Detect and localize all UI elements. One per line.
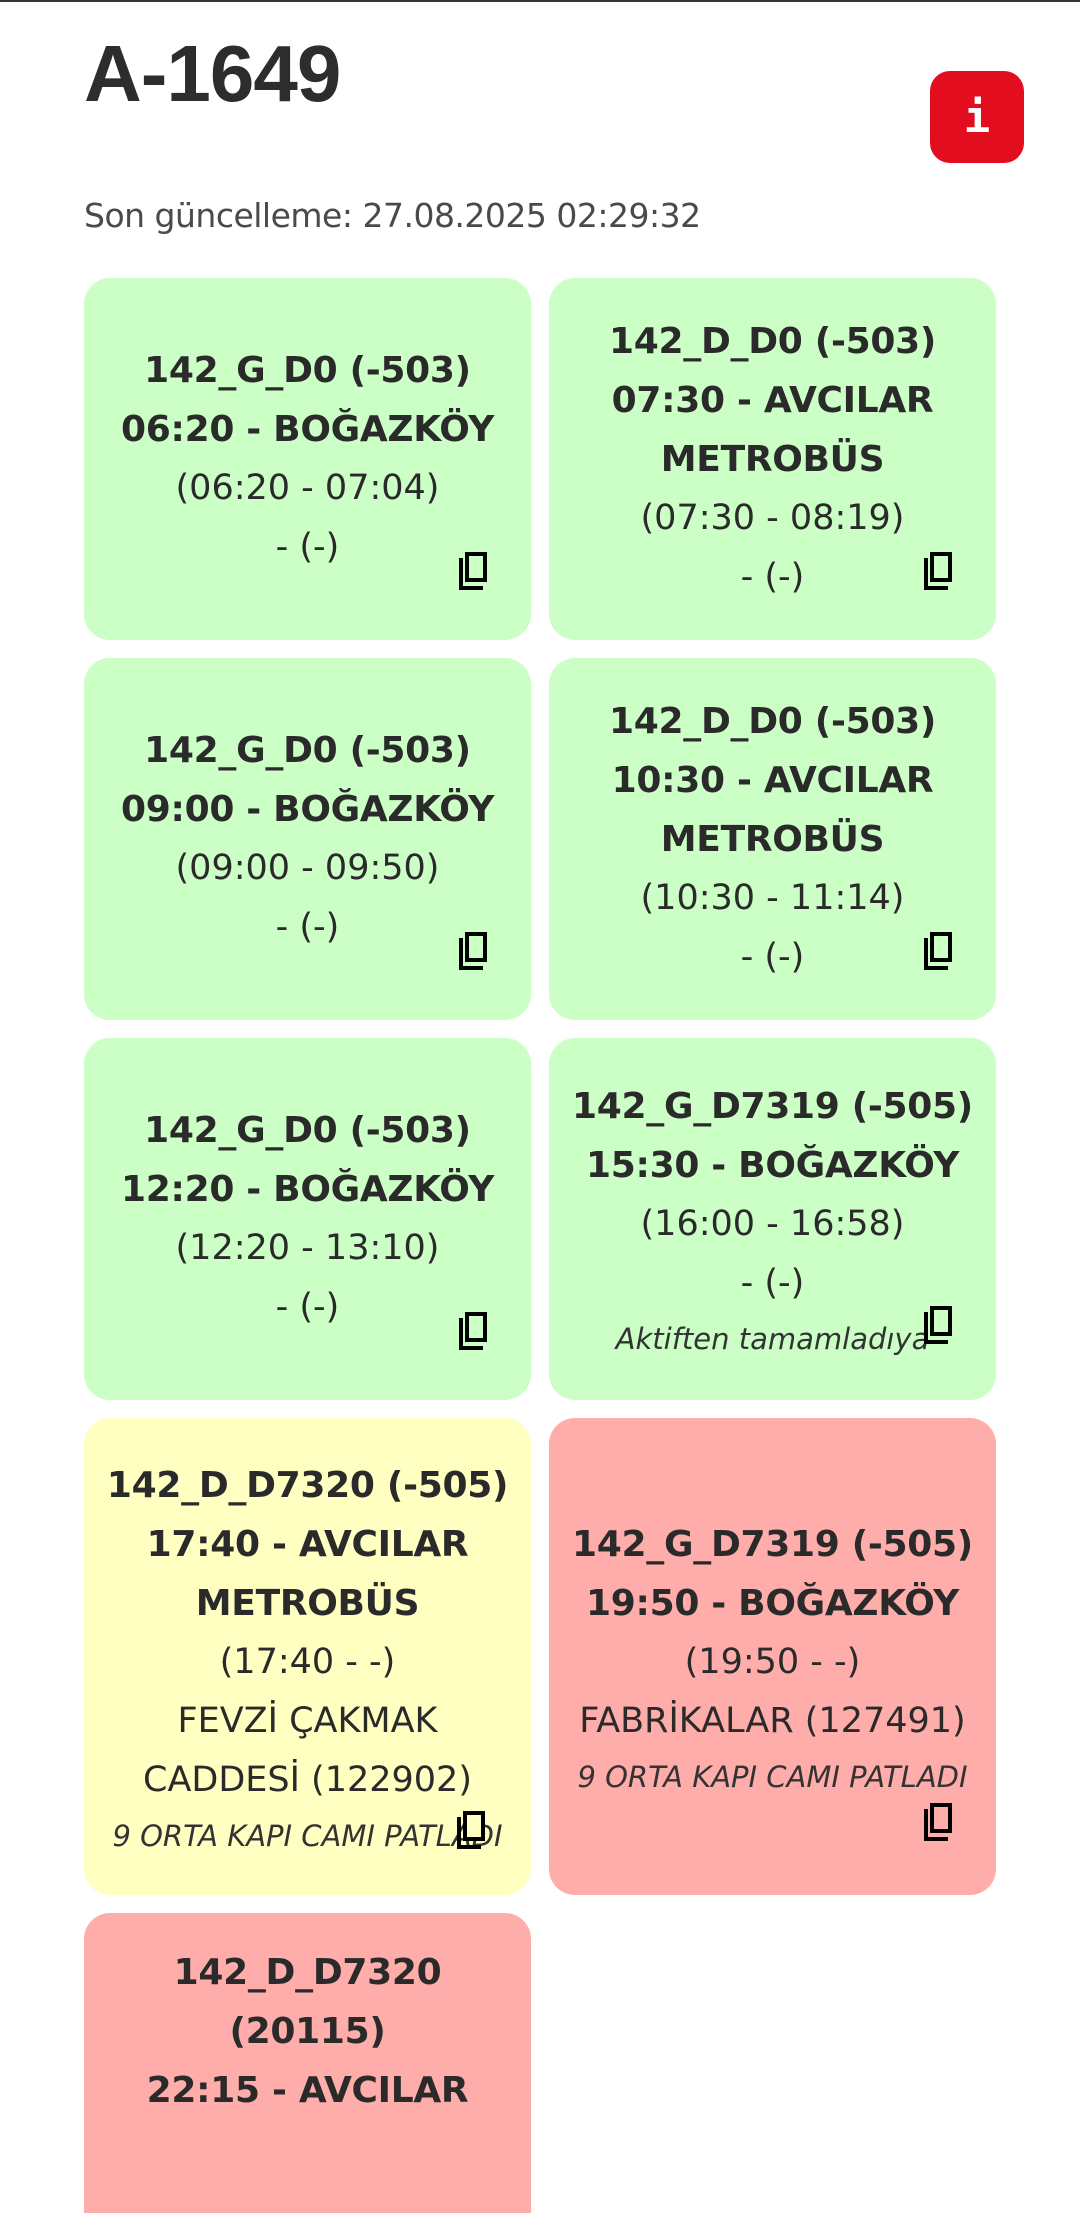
copy-icon[interactable] <box>922 1302 958 1344</box>
trip-line-code: 142_G_D0 (-503) <box>144 1110 471 1151</box>
page-title: A-1649 <box>84 29 341 118</box>
trip-card[interactable]: 142_D_D7320 (20115) 22:15 - AVCILAR <box>84 1913 531 2213</box>
trip-time-range: (19:50 - -) <box>684 1641 861 1682</box>
trip-time-range: (07:30 - 08:19) <box>640 497 905 538</box>
trip-departure: 06:20 - BOĞAZKÖY <box>120 409 495 450</box>
trip-line-code: 142_D_D0 (-503) <box>609 700 936 742</box>
trip-stop: - (-) <box>275 1287 340 1327</box>
trip-grid: 142_G_D0 (-503) 06:20 - BOĞAZKÖY (06:20 … <box>84 278 996 2213</box>
copy-icon[interactable] <box>922 928 958 970</box>
trip-departure: 09:00 - BOĞAZKÖY <box>120 789 495 830</box>
trip-stop: - (-) <box>740 936 805 977</box>
copy-icon[interactable] <box>457 1308 493 1350</box>
copy-icon[interactable] <box>922 548 958 590</box>
trip-stop: - (-) <box>740 556 805 597</box>
trip-card[interactable]: 142_D_D7320 (-505) 17:40 - AVCILAR METRO… <box>84 1418 531 1895</box>
trip-time-range: (12:20 - 13:10) <box>175 1228 440 1268</box>
trip-line-code: 142_G_D0 (-503) <box>144 730 471 771</box>
trip-departure: 07:30 - AVCILAR METROBÜS <box>611 379 934 480</box>
trip-card[interactable]: 142_G_D7319 (-505) 15:30 - BOĞAZKÖY (16:… <box>549 1038 996 1400</box>
trip-time-range: (09:00 - 09:50) <box>175 848 440 888</box>
trip-time-range: (10:30 - 11:14) <box>640 877 905 918</box>
trip-line-code: 142_D_D7320 (-505) <box>106 1464 509 1506</box>
trip-stop: - (-) <box>740 1263 805 1303</box>
trip-time-range: (16:00 - 16:58) <box>640 1204 905 1244</box>
trip-departure: 15:30 - BOĞAZKÖY <box>585 1145 960 1186</box>
trip-card[interactable]: 142_D_D0 (-503) 10:30 - AVCILAR METROBÜS… <box>549 658 996 1020</box>
page-header: A-1649 i Son güncelleme: 27.08.2025 02:2… <box>84 20 1024 260</box>
trip-card[interactable]: 142_G_D0 (-503) 06:20 - BOĞAZKÖY (06:20 … <box>84 278 531 640</box>
trip-departure: 12:20 - BOĞAZKÖY <box>120 1169 495 1210</box>
trip-time-range: (17:40 - -) <box>219 1641 396 1682</box>
trip-card[interactable]: 142_G_D0 (-503) 12:20 - BOĞAZKÖY (12:20 … <box>84 1038 531 1400</box>
trip-card[interactable]: 142_G_D7319 (-505) 19:50 - BOĞAZKÖY (19:… <box>549 1418 996 1895</box>
last-update-text: Son güncelleme: 27.08.2025 02:29:32 <box>84 196 701 235</box>
trip-line-code: 142_G_D0 (-503) <box>144 350 471 391</box>
copy-icon[interactable] <box>455 1807 491 1849</box>
copy-icon[interactable] <box>922 1799 958 1841</box>
trip-stop: - (-) <box>275 527 340 567</box>
trip-departure: 10:30 - AVCILAR METROBÜS <box>611 759 934 860</box>
trip-note: 9 ORTA KAPI CAMI PATLADI <box>577 1759 968 1794</box>
copy-icon[interactable] <box>457 928 493 970</box>
trip-card[interactable]: 142_D_D0 (-503) 07:30 - AVCILAR METROBÜS… <box>549 278 996 640</box>
trip-departure: 19:50 - BOĞAZKÖY <box>585 1582 960 1624</box>
trip-line-code: 142_D_D7320 (20115) <box>173 1952 442 2052</box>
trip-stop: - (-) <box>275 907 340 947</box>
trip-line-code: 142_D_D0 (-503) <box>609 320 936 362</box>
trip-line-code: 142_G_D7319 (-505) <box>572 1523 973 1565</box>
trip-stop: FABRİKALAR (127491) <box>579 1700 966 1741</box>
trip-departure: 17:40 - AVCILAR METROBÜS <box>146 1523 469 1624</box>
trip-card[interactable]: 142_G_D0 (-503) 09:00 - BOĞAZKÖY (09:00 … <box>84 658 531 1020</box>
trip-departure: 22:15 - AVCILAR <box>146 2070 469 2111</box>
trip-time-range: (06:20 - 07:04) <box>175 468 440 508</box>
trip-line-code: 142_G_D7319 (-505) <box>572 1086 973 1127</box>
trip-stop: FEVZİ ÇAKMAK CADDESİ (122902) <box>143 1700 472 1800</box>
info-button[interactable]: i <box>930 71 1024 163</box>
info-icon: i <box>963 91 991 143</box>
trip-note: Aktiften tamamladıya <box>615 1322 930 1356</box>
copy-icon[interactable] <box>457 548 493 590</box>
